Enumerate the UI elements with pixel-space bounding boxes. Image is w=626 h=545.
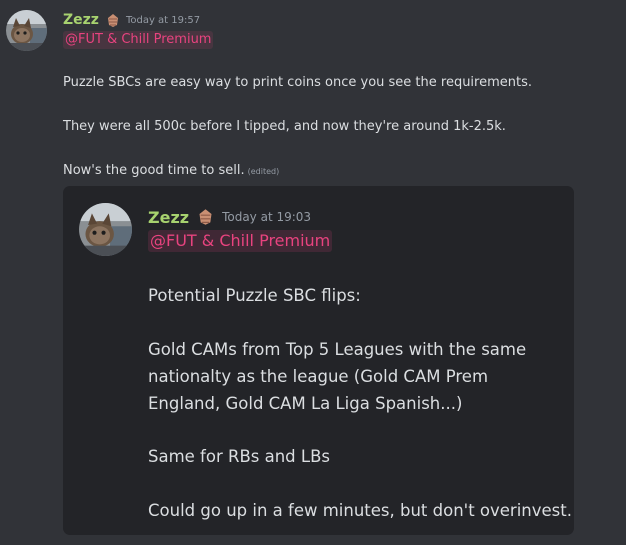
embed-line-6: Could go up in a few minutes, but don't … — [148, 501, 572, 520]
cat-avatar-image — [6, 10, 47, 51]
embed-avatar[interactable] — [79, 203, 132, 256]
username[interactable]: Zezz — [63, 12, 99, 28]
embed-line-4: England, Gold CAM La Liga Spanish...) — [148, 394, 463, 413]
embed-role-mention[interactable]: @FUT & Chill Premium — [148, 230, 333, 252]
message-header: Zezz Today at 19:57 — [63, 10, 200, 30]
embed-timestamp: Today at 19:03 — [222, 210, 312, 224]
message-line-2: They were all 500c before I tipped, and … — [63, 119, 506, 134]
pinecone-badge-icon — [197, 208, 214, 226]
edited-label: (edited) — [247, 167, 280, 176]
message-line-3: Now's the good time to sell. (edited) — [63, 163, 279, 178]
pinecone-badge-icon — [106, 13, 120, 28]
chat-message: Zezz Today at 19:57 @FUT & Chill Premium… — [0, 0, 626, 545]
embed-line-3: nationalty as the league (Gold CAM Prem — [148, 367, 489, 386]
embed-header: Zezz Today at 19:03 — [148, 206, 311, 228]
avatar[interactable] — [6, 10, 47, 51]
message-line-3-text: Now's the good time to sell. — [63, 163, 245, 178]
role-mention[interactable]: @FUT & Chill Premium — [63, 31, 214, 49]
forwarded-message-embed: Zezz Today at 19:03 @FUT & Chill Premium… — [63, 186, 574, 535]
embed-line-2: Gold CAMs from Top 5 Leagues with the sa… — [148, 340, 527, 359]
embed-line-1: Potential Puzzle SBC flips: — [148, 286, 361, 305]
message-line-1: Puzzle SBCs are easy way to print coins … — [63, 75, 533, 90]
embed-line-5: Same for RBs and LBs — [148, 447, 331, 466]
embed-username[interactable]: Zezz — [148, 208, 189, 227]
timestamp: Today at 19:57 — [125, 14, 201, 26]
cat-avatar-image — [79, 203, 132, 256]
